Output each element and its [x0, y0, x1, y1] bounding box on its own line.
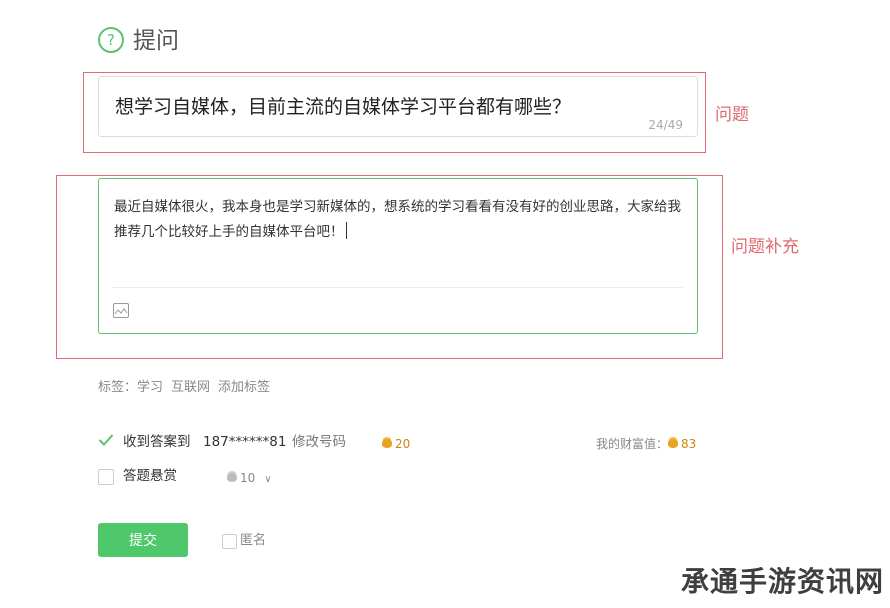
notify-label: 收到答案到 [123, 434, 191, 450]
coin-icon [227, 473, 237, 482]
question-title-text: 想学习自媒体，目前主流的自媒体学习平台都有哪些？ [115, 96, 572, 118]
reward-value: 10 [240, 471, 256, 485]
reward-label: 答题悬赏 [123, 468, 177, 484]
page-title: 提问 [133, 28, 179, 54]
text-caret [345, 222, 347, 239]
add-tag-link[interactable]: 添加标签 [218, 380, 270, 395]
tag-item[interactable]: 学习 [137, 380, 163, 395]
coin-icon [382, 439, 392, 448]
anonymous-checkbox[interactable] [222, 534, 237, 549]
description-text: 最近自媒体很火，我本身也是学习新媒体的，想系统的学习看看有没有好的创业思路，大家… [114, 199, 681, 240]
tag-item[interactable]: 互联网 [171, 380, 210, 395]
anonymous-label: 匿名 [240, 533, 267, 548]
annotation-label-question: 问题 [715, 105, 749, 125]
question-title-input[interactable]: 想学习自媒体，目前主流的自媒体学习平台都有哪些？ 24/49 [98, 76, 698, 137]
image-icon[interactable] [113, 303, 129, 318]
wealth-value: 83 [681, 437, 697, 451]
reward-checkbox[interactable] [98, 469, 114, 485]
wealth-display: 我的财富值： 83 [596, 433, 696, 452]
notify-coin: 20 [382, 433, 410, 452]
title-char-count: 24/49 [648, 118, 683, 132]
watermark-text: 承通手游资讯网 [680, 565, 884, 598]
description-divider [113, 287, 683, 288]
notify-phone: 187******81 [203, 434, 287, 450]
wealth-label: 我的财富值： [596, 437, 669, 451]
chevron-down-icon: ∨ [264, 474, 272, 485]
question-circle-icon: ? [98, 27, 124, 53]
coin-icon [668, 439, 679, 448]
notify-coin-value: 20 [395, 437, 411, 451]
question-description-textarea[interactable]: 最近自媒体很火，我本身也是学习新媒体的，想系统的学习看看有没有好的创业思路，大家… [98, 178, 698, 334]
reward-select[interactable]: 10 ∨ [227, 467, 272, 486]
annotation-label-description: 问题补充 [731, 237, 799, 257]
change-phone-link[interactable]: 修改号码 [292, 433, 346, 451]
tags-label: 标签： [98, 380, 138, 395]
tags-row: 标签：学习 互联网 添加标签 [98, 379, 278, 397]
checkmark-icon [98, 434, 114, 446]
submit-button[interactable]: 提交 [98, 523, 188, 557]
